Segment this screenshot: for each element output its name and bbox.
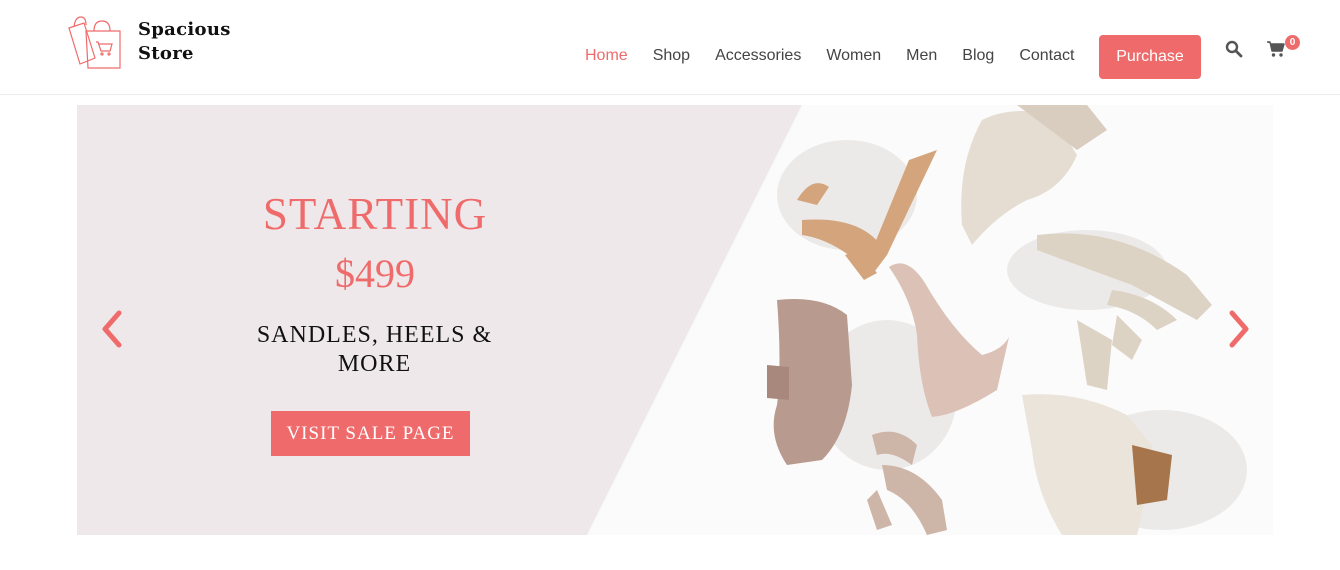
purchase-button[interactable]: Purchase xyxy=(1099,35,1201,79)
hero-subtitle: SANDLES, HEELS & MORE xyxy=(247,321,502,379)
nav-item-men[interactable]: Men xyxy=(906,46,937,66)
hero-headline: STARTING xyxy=(262,189,488,239)
hero-price: $499 xyxy=(335,251,415,296)
nav-item-home[interactable]: Home xyxy=(585,46,628,66)
hero-subtitle-line-1: SANDLES, HEELS & xyxy=(256,322,493,348)
hero-subtitle-line-2: MORE xyxy=(337,351,412,377)
shoes-photo xyxy=(77,105,1273,535)
nav-item-blog[interactable]: Blog xyxy=(962,46,994,66)
visit-sale-page-button[interactable]: VISIT SALE PAGE xyxy=(271,411,470,456)
chevron-right-icon[interactable] xyxy=(1224,307,1254,351)
brand-line-2: Store xyxy=(138,43,194,64)
site-header: Spacious Store Home Shop Accessories Wom… xyxy=(0,0,1340,95)
cart-icon[interactable] xyxy=(1266,40,1286,58)
nav-item-shop[interactable]: Shop xyxy=(653,46,690,66)
cart-count-badge: 0 xyxy=(1285,35,1300,50)
nav-item-women[interactable]: Women xyxy=(826,46,881,66)
shopping-bags-icon[interactable] xyxy=(66,14,126,72)
nav-item-contact[interactable]: Contact xyxy=(1019,46,1074,66)
main-nav: Home Shop Accessories Women Men Blog Con… xyxy=(585,46,1099,66)
search-icon[interactable] xyxy=(1225,40,1243,58)
hero-slider: STARTING $499 SANDLES, HEELS & MORE VISI… xyxy=(77,105,1273,535)
nav-item-accessories[interactable]: Accessories xyxy=(715,46,801,66)
brand-name[interactable]: Spacious Store xyxy=(138,18,231,66)
chevron-left-icon[interactable] xyxy=(97,307,127,351)
brand-line-1: Spacious xyxy=(138,19,231,40)
